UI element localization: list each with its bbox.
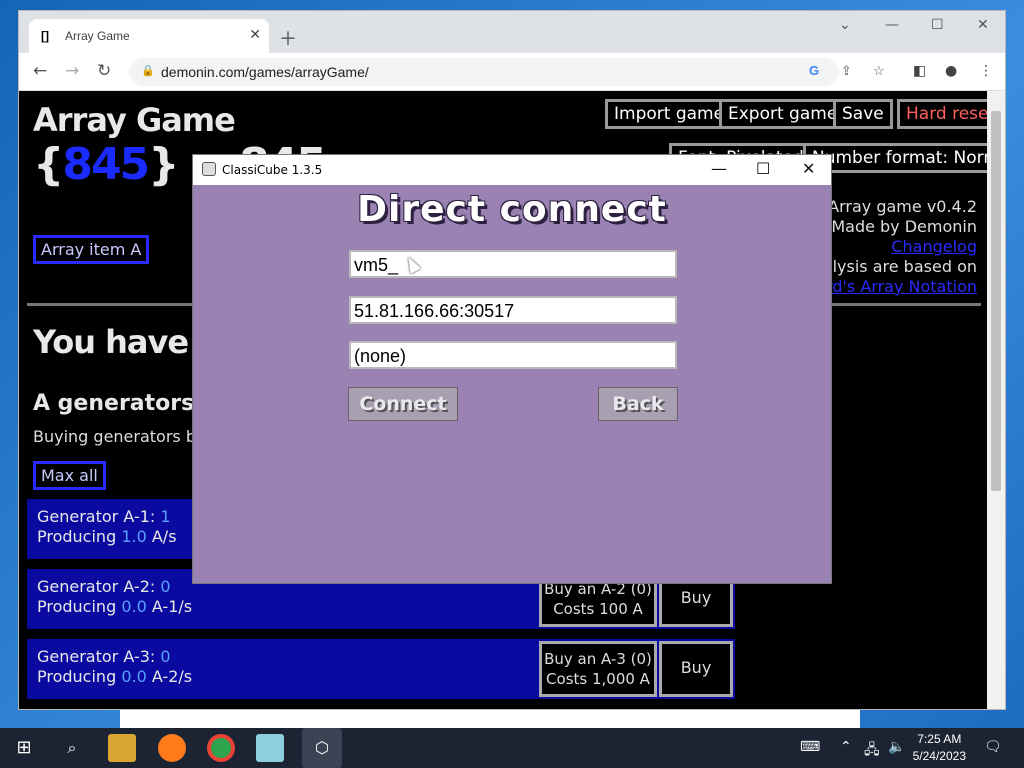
- date-text: 5/24/2023: [912, 749, 966, 763]
- taskbar: ⊞ ⌕ ⬡ ⌨ ⌃ 🖧 🔈 7:25 AM 5/24/2023 🗨: [0, 728, 1024, 768]
- buy-cost: Costs 100 A: [553, 600, 643, 618]
- changelog-link[interactable]: Changelog: [823, 237, 977, 257]
- generator-prod: 1.0: [121, 527, 147, 546]
- file-explorer-icon[interactable]: [108, 734, 136, 762]
- username-field[interactable]: vm5_: [349, 250, 677, 278]
- tab-title: Array Game: [65, 29, 130, 43]
- buy-label: Buy an A-3 (0): [544, 650, 652, 668]
- array-open: {: [33, 139, 64, 190]
- favicon-icon: []: [41, 29, 49, 43]
- tab-strip: [] Array Game ✕ ＋ ⌄ — ☐ ✕: [19, 11, 1005, 53]
- chrome-icon[interactable]: [207, 734, 235, 762]
- author-text: Made by Demonin: [831, 217, 977, 236]
- you-have-prefix: You have: [33, 323, 199, 361]
- notation-link[interactable]: rd's Array Notation: [823, 277, 977, 297]
- direct-connect-heading: Direct connect: [357, 189, 667, 230]
- buy-generator-button[interactable]: Buy an A-3 (0) Costs 1,000 A: [539, 641, 657, 697]
- classicube-titlebar[interactable]: ClassiCube 1.3.5 — ☐ ✕: [193, 155, 831, 185]
- back-button[interactable]: Back: [598, 387, 678, 421]
- minimize-icon[interactable]: —: [711, 159, 727, 178]
- section-title: A generators: [33, 391, 195, 416]
- close-window-icon[interactable]: ✕: [977, 17, 989, 33]
- address-bar-row: ← → ↻ 🔒 demonin.com/games/arrayGame/ G ⇪…: [19, 53, 1005, 91]
- maximize-icon[interactable]: ☐: [756, 159, 770, 178]
- side-panel-icon[interactable]: ◧: [913, 63, 926, 79]
- share-icon[interactable]: ⇪: [841, 63, 852, 79]
- generator-name: Generator A-2:: [37, 577, 156, 596]
- minimize-icon[interactable]: —: [885, 17, 899, 33]
- array-value: 845: [62, 139, 150, 190]
- close-icon[interactable]: ✕: [802, 159, 815, 178]
- generator-prod-label: Producing: [37, 667, 117, 686]
- search-icon[interactable]: ⌕: [58, 734, 86, 762]
- generator-count: 1: [160, 507, 171, 526]
- buy-max-button[interactable]: Buy max: [659, 641, 733, 709]
- generator-unit: A-1/s: [151, 597, 193, 616]
- tab-array-game[interactable]: [] Array Game ✕: [29, 19, 269, 53]
- analysis-text: alysis are based on: [822, 257, 977, 276]
- google-icon[interactable]: G: [809, 63, 819, 78]
- firefox-icon[interactable]: [158, 734, 186, 762]
- classicube-window: ClassiCube 1.3.5 — ☐ ✕ Direct connect vm…: [192, 154, 832, 584]
- address-field[interactable]: 51.81.166.66:30517: [349, 296, 677, 324]
- classicube-app-icon: [202, 162, 216, 176]
- lock-icon[interactable]: 🔒: [141, 64, 155, 77]
- reload-icon[interactable]: ↻: [97, 61, 111, 81]
- tab-search-icon[interactable]: ⌄: [839, 17, 851, 33]
- notepad-icon[interactable]: [256, 734, 284, 762]
- show-hidden-icons-icon[interactable]: ⌃: [840, 739, 852, 755]
- generator-prod: 0.0: [121, 597, 147, 616]
- notifications-icon[interactable]: 🗨: [984, 739, 1002, 755]
- new-tab-icon[interactable]: ＋: [279, 25, 297, 51]
- section-description: Buying generators be: [33, 427, 206, 446]
- maximize-icon[interactable]: ☐: [931, 17, 944, 33]
- page-scrollbar[interactable]: [987, 91, 1005, 709]
- generator-name: Generator A-3:: [37, 647, 156, 666]
- game-title: Array Game: [33, 101, 236, 139]
- bookmark-star-icon[interactable]: ☆: [873, 63, 885, 79]
- hard-reset-button[interactable]: Hard reset: [897, 99, 989, 129]
- info-panel: Array game v0.4.2 Made by Demonin Change…: [823, 197, 977, 297]
- generator-row: Generator A-3: 0 Producing 0.0 A-2/s Buy…: [27, 639, 735, 709]
- connect-button[interactable]: Connect: [348, 387, 458, 421]
- generator-prod: 0.0: [121, 667, 147, 686]
- classicube-window-title: ClassiCube 1.3.5: [222, 163, 323, 177]
- forward-icon[interactable]: →: [65, 61, 79, 81]
- buy-cost: Costs 1,000 A: [546, 670, 650, 688]
- classicube-taskbar-icon[interactable]: ⬡: [302, 728, 342, 768]
- generator-prod-label: Producing: [37, 527, 117, 546]
- max-all-button[interactable]: Max all: [33, 461, 106, 490]
- generator-unit: A/s: [151, 527, 177, 546]
- mppass-field[interactable]: (none): [349, 341, 677, 369]
- back-icon[interactable]: ←: [33, 61, 47, 81]
- generator-prod-label: Producing: [37, 597, 117, 616]
- export-game-button[interactable]: Export game: [719, 99, 847, 129]
- clock[interactable]: 7:25 AM 5/24/2023: [913, 731, 966, 765]
- generator-count: 0: [160, 577, 171, 596]
- network-icon[interactable]: 🖧: [864, 739, 880, 763]
- keyboard-icon[interactable]: ⌨: [800, 739, 820, 755]
- generator-name: Generator A-1:: [37, 507, 156, 526]
- import-game-button[interactable]: Import game: [605, 99, 734, 129]
- time-text: 7:25 AM: [917, 732, 962, 746]
- save-button[interactable]: Save: [833, 99, 893, 129]
- array-item-a-button[interactable]: Array item A: [33, 235, 150, 264]
- omnibox[interactable]: 🔒 demonin.com/games/arrayGame/ G ⇪ ☆: [129, 58, 885, 86]
- profile-icon[interactable]: ●: [945, 63, 957, 79]
- generator-count: 0: [160, 647, 171, 666]
- generator-unit: A-2/s: [151, 667, 193, 686]
- scrollbar-thumb[interactable]: [991, 111, 1001, 491]
- desktop-strip: [120, 710, 860, 728]
- volume-muted-icon[interactable]: 🔈: [888, 739, 905, 755]
- start-windows-icon[interactable]: ⊞: [10, 734, 38, 762]
- close-tab-icon[interactable]: ✕: [249, 26, 261, 43]
- menu-icon[interactable]: ⋮: [979, 63, 993, 79]
- version-text: Array game v0.4.2: [828, 197, 977, 216]
- url-text[interactable]: demonin.com/games/arrayGame/: [161, 64, 369, 80]
